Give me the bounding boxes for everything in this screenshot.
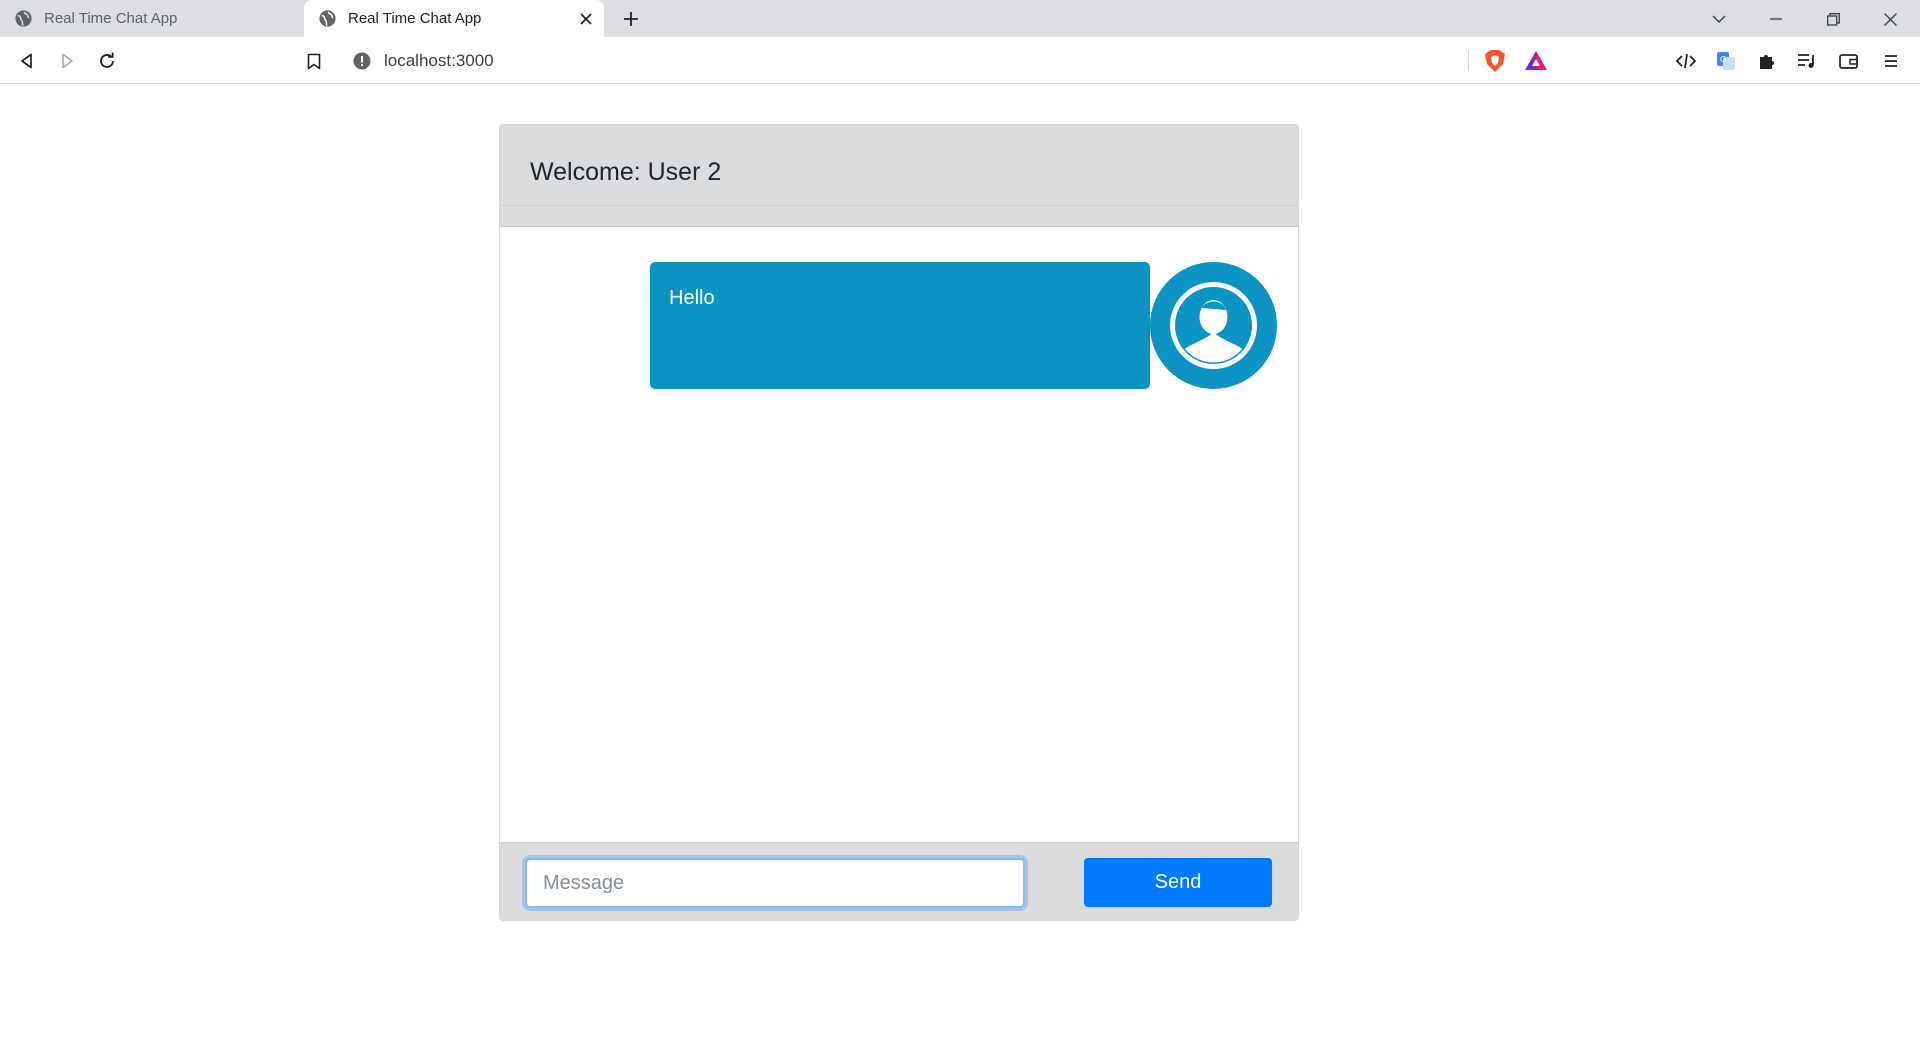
globe-icon (318, 9, 337, 28)
playlist-icon[interactable] (1794, 48, 1820, 74)
tab-active[interactable]: Real Time Chat App (304, 0, 604, 37)
menu-icon[interactable] (1878, 48, 1904, 74)
svg-text:G: G (1720, 55, 1726, 64)
tab-title: Real Time Chat App (44, 10, 178, 27)
back-arrow-icon[interactable] (14, 48, 40, 74)
send-button[interactable]: Send (1084, 858, 1272, 907)
reload-icon[interactable] (94, 48, 120, 74)
address-bar[interactable]: localhost:3000 (342, 43, 1558, 78)
page-title: Welcome: User 2 (530, 158, 722, 186)
message-bubble: Hello (650, 262, 1150, 389)
url-text: localhost:3000 (384, 51, 494, 70)
minimize-icon[interactable] (1763, 6, 1789, 32)
message-item: Hello (650, 262, 1278, 390)
tab-title: Real Time Chat App (348, 10, 482, 27)
wallet-icon[interactable] (1836, 48, 1862, 74)
close-tab-icon[interactable] (576, 9, 596, 29)
brave-shields-icon[interactable] (1483, 49, 1507, 73)
omnibox-divider (1468, 51, 1469, 71)
translate-icon[interactable]: G (1713, 48, 1739, 74)
chat-card: Welcome: User 2 Hello Send (499, 124, 1299, 921)
tab-search-chevron-icon[interactable] (1706, 6, 1732, 32)
info-icon[interactable] (353, 52, 371, 70)
message-composer: Send (500, 842, 1298, 920)
tab-inactive[interactable]: Real Time Chat App (0, 0, 302, 37)
new-tab-icon[interactable] (619, 7, 643, 31)
tab-strip: Real Time Chat App Real Time Chat App (0, 0, 1920, 37)
message-text: Hello (669, 287, 715, 309)
puzzle-icon[interactable] (1754, 48, 1780, 74)
header-divider-strip (500, 206, 1298, 227)
message-input[interactable] (525, 858, 1025, 908)
close-window-icon[interactable] (1877, 6, 1903, 32)
brave-rewards-icon[interactable] (1524, 49, 1548, 73)
code-icon[interactable] (1673, 48, 1699, 74)
browser-toolbar: localhost:3000 G (0, 37, 1920, 84)
message-list[interactable]: Hello (500, 227, 1298, 842)
user-avatar-icon (1150, 262, 1277, 389)
bookmark-icon[interactable] (301, 48, 327, 74)
forward-arrow-icon[interactable] (54, 48, 80, 74)
chat-header: Welcome: User 2 (500, 125, 1298, 206)
globe-icon (14, 9, 33, 28)
restore-icon[interactable] (1820, 6, 1846, 32)
